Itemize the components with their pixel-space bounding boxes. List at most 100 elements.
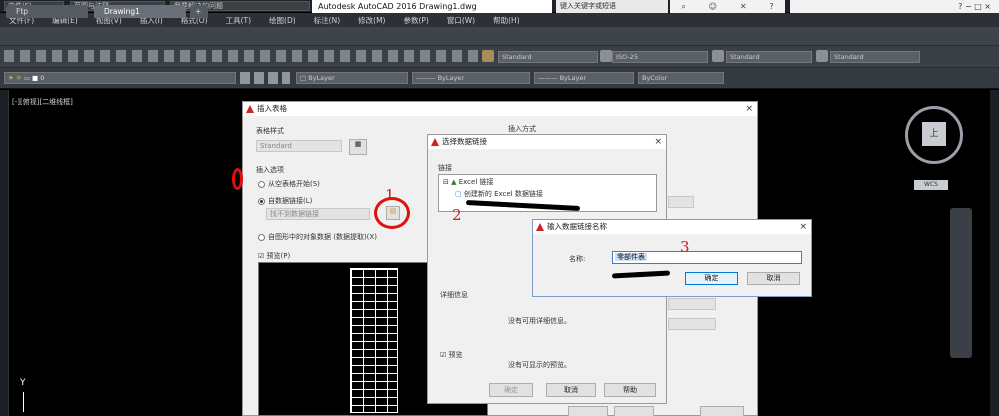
option-object-data[interactable]: 自图形中的对象数据 (数据提取)(X) xyxy=(258,232,377,242)
viewcube-face[interactable]: 上 xyxy=(922,122,946,146)
mleader-style-icon[interactable] xyxy=(816,50,828,62)
autocad-icon xyxy=(246,105,254,113)
datalink-name-ok-button[interactable]: 确定 xyxy=(685,272,738,285)
wcs-menu[interactable]: WCS xyxy=(914,180,948,190)
autocad-icon xyxy=(536,223,544,231)
menu-modify[interactable]: 修改(M) xyxy=(349,15,394,26)
close-icon[interactable]: × xyxy=(654,135,662,149)
sun-icon: ☼ xyxy=(15,74,22,82)
linetype-value: ByLayer xyxy=(437,74,465,82)
right-scroll-strip[interactable] xyxy=(990,90,999,416)
links-label: 链接 xyxy=(438,164,452,172)
layer-tool-icons[interactable] xyxy=(240,72,290,84)
color-swatch-icon: □ xyxy=(300,74,307,82)
details-text: 没有可用详细信息。 xyxy=(508,317,571,325)
launch-table-style-button[interactable]: ▦ xyxy=(349,139,367,155)
dim-style-combo[interactable]: ISO-25 xyxy=(612,51,708,63)
table-style-icon: ▦ xyxy=(354,140,362,148)
menu-help[interactable]: 帮助(H) xyxy=(484,15,529,26)
text-style-combo[interactable]: Standard xyxy=(498,51,598,63)
linetype-combo[interactable]: ——— ByLayer xyxy=(412,72,530,84)
preview-text: 没有可显示的预览。 xyxy=(508,361,571,369)
preview-checkbox[interactable]: ☑ 预览(P) xyxy=(258,251,290,261)
tree-root-excel[interactable]: ⊟ ▲ Excel 链接 xyxy=(443,177,494,187)
insert-table-ok-button[interactable] xyxy=(568,406,608,416)
mleader-style-combo[interactable]: Standard xyxy=(830,51,920,63)
menu-tools[interactable]: 工具(T) xyxy=(217,15,260,26)
datalink-preview-checkbox[interactable]: ☑ 预览 xyxy=(440,350,463,360)
autocad-icon xyxy=(431,138,439,146)
tree-new-excel-link[interactable]: ▢ 创建新的 Excel 数据链接 xyxy=(455,189,543,199)
table-style-combo[interactable]: Standard xyxy=(726,51,812,63)
menu-dimension[interactable]: 标注(N) xyxy=(305,15,349,26)
table-preview-grid xyxy=(350,268,398,413)
window-title: Autodesk AutoCAD 2016 Drawing1.dwg xyxy=(312,0,552,13)
option-empty-table[interactable]: 从空表格开始(S) xyxy=(258,179,320,189)
lineweight-combo[interactable]: ——— ByLayer xyxy=(534,72,634,84)
color-combo[interactable]: □ ByLayer xyxy=(296,72,408,84)
menu-window[interactable]: 窗口(W) xyxy=(438,15,484,26)
color-value: ByLayer xyxy=(308,74,335,82)
tab-new[interactable]: + xyxy=(190,5,208,18)
layer-combo[interactable]: ☀ ☼ ▭ ■ 0 xyxy=(4,72,236,84)
radio-datalink[interactable] xyxy=(258,197,265,205)
option-datalink[interactable]: 自数据链接(L) xyxy=(258,196,312,206)
user-icon[interactable]: ☺ xyxy=(709,2,717,11)
datalink-name-input[interactable]: 零部件表 xyxy=(612,251,802,264)
search-box[interactable]: 键入关键字或短语 xyxy=(556,0,668,13)
lineweight-sample: ——— xyxy=(538,74,558,82)
select-datalink-title: 选择数据链接 xyxy=(442,137,487,146)
close-icon[interactable]: × xyxy=(799,220,807,234)
annotation-step-3: 3 xyxy=(680,238,690,256)
close-icon[interactable]: × xyxy=(745,102,753,116)
radio-object-data[interactable] xyxy=(258,233,265,241)
table-style-label: 表格样式 xyxy=(256,127,284,135)
insert-table-cancel-button[interactable] xyxy=(614,406,654,416)
toolbar-icons-row1[interactable] xyxy=(4,50,484,62)
text-style-icon[interactable] xyxy=(482,50,494,62)
title-toolbar-icons[interactable]: ⌕ ☺ ✕ ? xyxy=(670,0,785,13)
annotation-step-1: 1 xyxy=(385,186,395,204)
details-label: 详细信息 xyxy=(440,291,468,299)
datalink-select[interactable]: 找不到数据链接 xyxy=(266,208,370,220)
layer-color-swatch: ■ xyxy=(32,74,39,82)
select-datalink-cancel-button[interactable]: 取消 xyxy=(546,383,596,397)
lock-icon: ▭ xyxy=(23,74,30,82)
ucs-icon xyxy=(23,392,24,412)
viewport-controls[interactable]: [-][俯视][二维线框] xyxy=(12,97,73,107)
window-controls[interactable]: ? − □ × xyxy=(790,0,999,13)
dim-style-icon[interactable] xyxy=(600,50,612,62)
ucs-y-label: Y xyxy=(20,378,26,388)
layer-name: 0 xyxy=(40,74,45,82)
navigation-bar[interactable] xyxy=(950,208,972,358)
tab-start[interactable]: Ftp xyxy=(6,5,88,18)
lineweight-value: ByLayer xyxy=(559,74,587,82)
name-label: 名称: xyxy=(569,255,586,263)
menu-parametric[interactable]: 参数(P) xyxy=(394,15,437,26)
new-link-icon: ▢ xyxy=(455,190,462,198)
insert-method-label: 插入方式 xyxy=(508,125,536,133)
insert-table-title: 插入表格 xyxy=(257,104,287,113)
select-datalink-help-button[interactable]: 帮助 xyxy=(604,383,656,397)
annotation-circle-left xyxy=(232,168,243,190)
insert-table-help-button[interactable] xyxy=(700,406,744,416)
exchange-icon[interactable]: ✕ xyxy=(740,2,747,11)
datalink-name-value: 零部件表 xyxy=(615,253,647,261)
datalink-name-cancel-button[interactable]: 取消 xyxy=(747,272,800,285)
tab-drawing1[interactable]: Drawing1 xyxy=(94,5,186,18)
lightbulb-icon: ☀ xyxy=(8,74,14,82)
linetype-sample: ——— xyxy=(416,74,436,82)
table-style-icon[interactable] xyxy=(712,50,724,62)
cell-style-select-2[interactable] xyxy=(668,318,716,330)
datalink-name-titlebar: 输入数据链接名称 × xyxy=(533,220,811,234)
menu-draw[interactable]: 绘图(D) xyxy=(260,15,305,26)
select-datalink-ok-button[interactable]: 确定 xyxy=(489,383,533,397)
plotstyle-combo[interactable]: ByColor xyxy=(638,72,724,84)
radio-empty[interactable] xyxy=(258,180,265,188)
table-style-select[interactable]: Standard xyxy=(256,140,342,152)
left-tool-palette[interactable] xyxy=(0,90,9,416)
help-icon[interactable]: ? xyxy=(769,2,773,11)
search-icon[interactable]: ⌕ xyxy=(681,2,685,12)
cell-style-select[interactable] xyxy=(668,298,716,310)
column-count-spinner[interactable] xyxy=(668,196,694,208)
